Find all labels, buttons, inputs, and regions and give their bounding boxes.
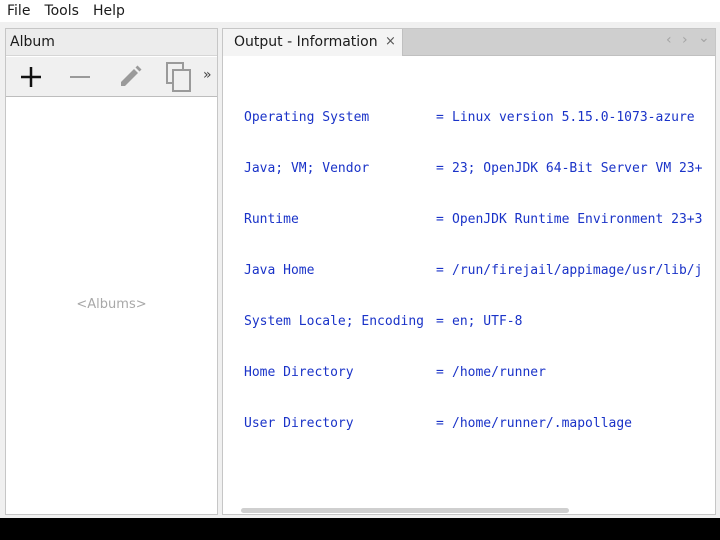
tab-label: Output - Information: [234, 34, 378, 50]
screen-bottom-strip: [0, 518, 720, 540]
tab-close-icon[interactable]: ×: [385, 34, 396, 49]
menubar: File Tools Help: [0, 0, 720, 22]
console-line: System Locale; Encoding = en; UTF-8: [244, 314, 523, 329]
minus-icon: [70, 76, 90, 78]
console-line: Java Home =/run/firejail/appimage/usr/lib…: [244, 263, 703, 278]
output-panel: Output - Information × ‹ › ⌄ Operating S…: [222, 28, 716, 515]
album-title-bar: Album: [6, 29, 217, 56]
output-tab-strip: Output - Information × ‹ › ⌄: [223, 29, 715, 56]
console-line: Home Directory =/home/runner: [244, 365, 546, 380]
tab-output-information[interactable]: Output - Information ×: [223, 29, 403, 56]
copy-icon: [166, 62, 191, 92]
console-lines: Operating System = Linux version 5.15.0-10…: [244, 75, 702, 466]
add-album-button[interactable]: [15, 61, 47, 93]
console-line: User Directory =/home/runner/.mapollage: [244, 416, 633, 431]
tab-previous-icon[interactable]: ‹: [666, 32, 672, 48]
horizontal-scrollbar[interactable]: [223, 506, 715, 514]
menu-help[interactable]: Help: [86, 0, 132, 22]
copy-album-button[interactable]: [163, 61, 195, 93]
album-title: Album: [10, 34, 55, 50]
tab-next-icon[interactable]: ›: [682, 32, 688, 48]
scrollbar-thumb[interactable]: [241, 508, 569, 513]
menu-file[interactable]: File: [0, 0, 37, 22]
album-panel: Album » <Albums>: [5, 28, 218, 515]
album-list[interactable]: <Albums>: [6, 98, 217, 514]
album-toolbar: »: [6, 57, 217, 97]
plus-icon: [21, 67, 41, 87]
application-window: File Tools Help Album » <Albums> Output …: [0, 0, 720, 518]
console-line: Runtime = OpenJDK Runtime Environment 23+3: [244, 212, 703, 227]
album-placeholder: <Albums>: [76, 297, 147, 312]
edit-album-button[interactable]: [114, 61, 146, 93]
console-line: Java; VM; Vendor = 23; OpenJDK 64-Bit Serv…: [244, 161, 703, 176]
pencil-icon: [121, 65, 142, 86]
console-line: Operating System = Linux version 5.15.0-10…: [244, 110, 695, 125]
remove-album-button[interactable]: [64, 61, 96, 93]
menu-tools[interactable]: Tools: [37, 0, 86, 22]
toolbar-overflow-button[interactable]: »: [203, 67, 212, 83]
output-console[interactable]: Operating System = Linux version 5.15.0-10…: [223, 57, 715, 506]
tab-menu-icon[interactable]: ⌄: [698, 30, 710, 46]
